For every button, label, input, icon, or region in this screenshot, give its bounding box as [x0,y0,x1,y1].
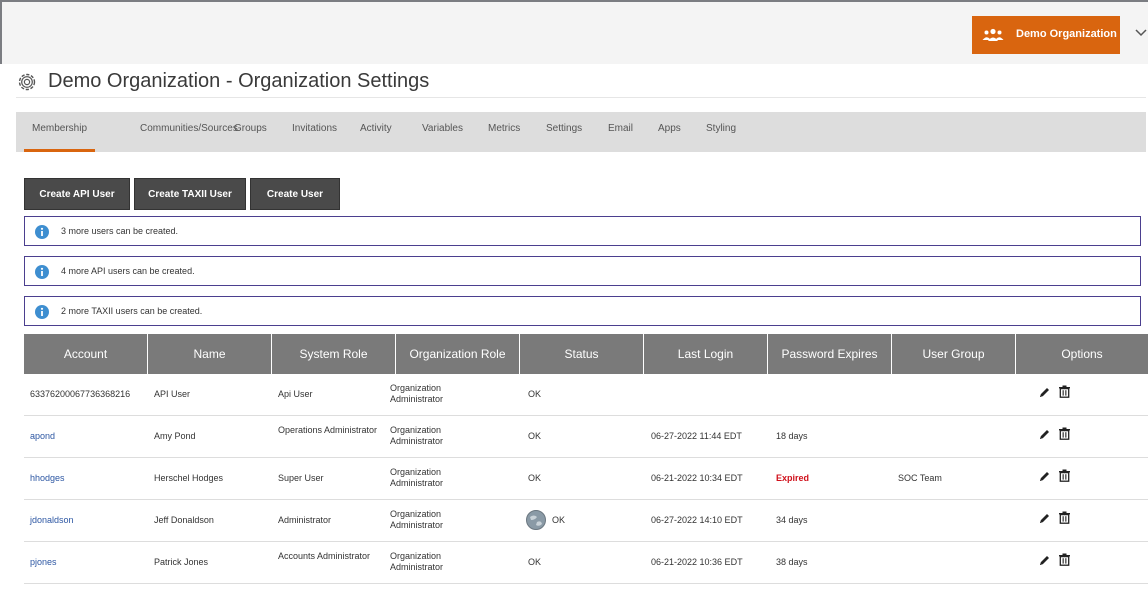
system-role-cell: Administrator [278,515,332,525]
status-cell: OK [528,557,542,567]
gear-icon [18,73,36,91]
org-settings-page: Demo Organization Demo Organization - Or… [0,0,1148,596]
tab-activity[interactable]: Activity [360,112,392,152]
status-cell: OK [528,389,542,399]
column-header-account[interactable]: Account [24,334,148,374]
organization-role-cell: Organization Administrator [390,425,444,446]
account-cell[interactable]: jdonaldson [30,515,74,525]
tab-metrics[interactable]: Metrics [488,112,520,152]
system-role-cell: Operations Administrator [278,425,378,435]
account-cell[interactable]: pjones [30,557,57,567]
edit-icon[interactable] [1038,470,1051,483]
column-header-last-login[interactable]: Last Login [644,334,768,374]
table-row: pjones Patrick Jones Accounts Administrato… [24,542,1148,584]
delete-icon[interactable] [1058,427,1071,440]
table-row: apond Amy Pond Operations Administrator Org… [24,416,1148,458]
table-header: Account Name System Role Organization Ro… [24,334,1148,374]
account-cell: 63376200067736368216 [30,389,131,399]
page-title-row: Demo Organization - Organization Setting… [16,70,1146,98]
name-cell: Amy Pond [154,431,196,441]
password-expires-cell: 18 days [776,431,808,441]
delete-icon[interactable] [1058,385,1071,398]
settings-tabs: Membership Communities/Sources Groups In… [16,112,1146,152]
account-cell[interactable]: hhodges [30,473,65,483]
column-header-organization-role[interactable]: Organization Role [396,334,520,374]
avatar [526,510,546,530]
page-title: Demo Organization - Organization Setting… [48,70,430,92]
system-role-cell: Accounts Administrator [278,551,371,561]
edit-icon[interactable] [1038,554,1051,567]
column-header-name[interactable]: Name [148,334,272,374]
tab-variables[interactable]: Variables [422,112,463,152]
column-header-user-group[interactable]: User Group [892,334,1016,374]
notice-api-users-remaining: 4 more API users can be created. [24,256,1141,286]
notice-text: 4 more API users can be created. [61,266,195,276]
last-login-cell: 06-27-2022 14:10 EDT [651,515,743,525]
status-cell: OK [528,431,542,441]
account-cell[interactable]: apond [30,431,55,441]
edit-icon[interactable] [1038,428,1051,441]
password-expires-cell: 38 days [776,557,808,567]
tab-styling[interactable]: Styling [706,112,736,152]
tab-communities-sources[interactable]: Communities/Sources [140,112,238,152]
name-cell: Herschel Hodges [154,473,224,483]
info-icon [35,265,49,279]
name-cell: API User [154,389,191,399]
last-login-cell: 06-21-2022 10:36 EDT [651,557,743,567]
organization-role-cell: Organization Administrator [390,467,444,488]
column-header-status[interactable]: Status [520,334,644,374]
column-header-options: Options [1061,347,1103,361]
column-header-system-role[interactable]: System Role [272,334,396,374]
delete-icon[interactable] [1058,553,1071,566]
password-expires-cell: 34 days [776,515,808,525]
name-cell: Jeff Donaldson [154,515,214,525]
create-taxii-user-button[interactable]: Create TAXII User [134,178,246,210]
tab-email[interactable]: Email [608,112,633,152]
status-cell: OK [552,515,566,525]
delete-icon[interactable] [1058,469,1071,482]
table-row: 63376200067736368216 API User Api User Orga… [24,374,1148,416]
chevron-down-icon[interactable] [1135,28,1147,38]
notice-users-remaining: 3 more users can be created. [24,216,1141,246]
system-role-cell: Api User [278,389,313,399]
create-api-user-button[interactable]: Create API User [24,178,130,210]
organization-role-cell: Organization Administrator [390,551,444,572]
edit-icon[interactable] [1038,386,1051,399]
tab-apps[interactable]: Apps [658,112,681,152]
info-icon [35,225,49,239]
name-cell: Patrick Jones [154,557,209,567]
edit-icon[interactable] [1038,512,1051,525]
users-table: Account Name System Role Organization Ro… [24,334,1148,596]
column-header-password-expires[interactable]: Password Expires [768,334,892,374]
status-cell: OK [528,473,542,483]
table-row: hhodges Herschel Hodges Super User Organiza… [24,458,1148,500]
system-role-cell: Super User [278,473,324,483]
organization-role-cell: Organization Administrator [390,509,444,530]
organization-name: Demo Organization [1016,28,1117,40]
organization-role-cell: Organization Administrator [390,383,444,404]
password-expires-cell: Expired [776,473,810,483]
user-group-cell: SOC Team [898,473,942,483]
create-user-button[interactable]: Create User [250,178,340,210]
notice-taxii-users-remaining: 2 more TAXII users can be created. [24,296,1141,326]
table-row: jdonaldson Jeff Donaldson Administrator Org… [24,500,1148,542]
organization-switcher[interactable]: Demo Organization [972,16,1120,54]
people-icon [982,28,1004,41]
delete-icon[interactable] [1058,511,1071,524]
tab-membership[interactable]: Membership [24,112,96,152]
last-login-cell: 06-27-2022 11:44 EDT [651,431,742,441]
notice-text: 2 more TAXII users can be created. [61,306,203,316]
last-login-cell: 06-21-2022 10:34 EDT [651,473,743,483]
top-header-bar: Demo Organization [0,0,1148,64]
info-icon [35,305,49,319]
tab-settings[interactable]: Settings [546,112,582,152]
notice-text: 3 more users can be created. [61,226,179,236]
tab-groups[interactable]: Groups [234,112,267,152]
tab-invitations[interactable]: Invitations [292,112,337,152]
